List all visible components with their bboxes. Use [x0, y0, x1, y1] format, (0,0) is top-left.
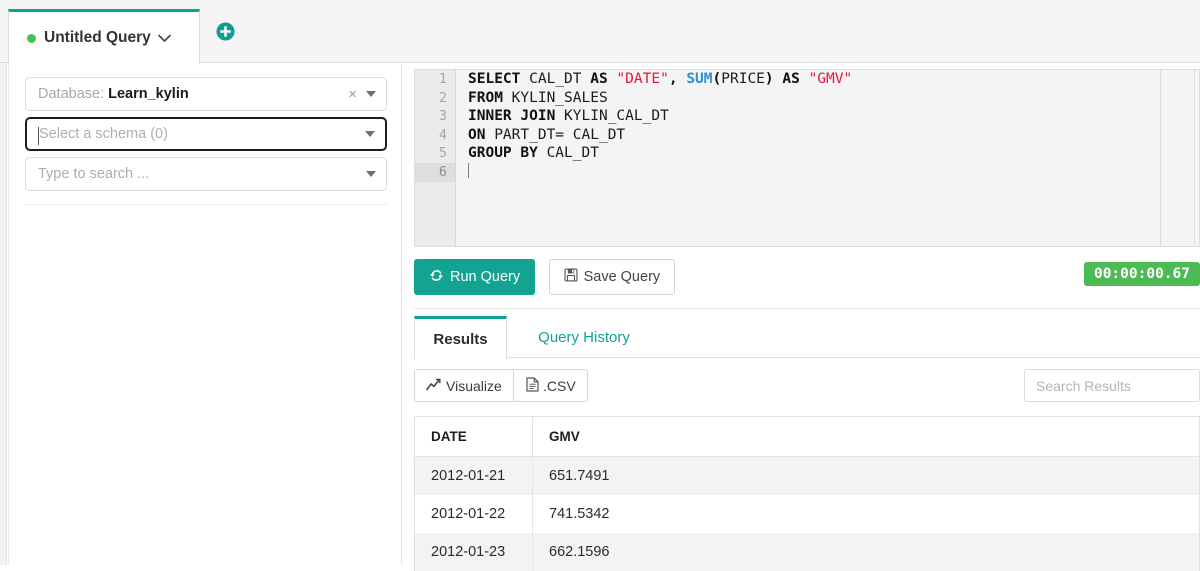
editor-code-line: ON PART_DT= CAL_DT — [468, 126, 1199, 145]
csv-label: .CSV — [543, 378, 576, 394]
schema-select-placeholder: Select a schema (0) — [39, 126, 168, 142]
sidebar-divider — [25, 204, 387, 205]
save-query-label: Save Query — [584, 269, 661, 285]
query-source-sidebar: Database: Learn_kylin × Select a schema … — [8, 64, 402, 565]
table-select-placeholder: Type to search ... — [38, 166, 149, 182]
tab-results-label: Results — [433, 331, 487, 348]
editor-line-number: 5 — [415, 144, 455, 163]
left-edge-strip — [0, 63, 7, 565]
tab-results[interactable]: Results — [414, 316, 507, 359]
sql-editor[interactable]: 123456 SELECT CAL_DT AS "DATE", SUM(PRIC… — [414, 69, 1200, 247]
editor-text-cursor — [468, 163, 469, 178]
run-query-label: Run Query — [450, 269, 520, 285]
editor-code-line: FROM KYLIN_SALES — [468, 89, 1199, 108]
table-row[interactable]: 2012-01-21651.7491 — [415, 457, 1200, 496]
caret-down-icon[interactable] — [366, 171, 376, 177]
editor-code-line: INNER JOIN KYLIN_CAL_DT — [468, 107, 1199, 126]
table-cell: 2012-01-22 — [415, 495, 533, 533]
table-header-row: DATE GMV — [415, 417, 1200, 457]
table-row[interactable]: 2012-01-23662.1596 — [415, 533, 1200, 571]
results-table-head: DATE GMV — [415, 417, 1200, 457]
query-timer-badge: 00:00:00.67 — [1084, 262, 1200, 286]
line-chart-icon — [426, 378, 441, 394]
table-cell: 662.1596 — [533, 533, 1200, 571]
caret-down-icon[interactable] — [365, 131, 375, 137]
editor-line-number: 1 — [415, 70, 455, 89]
editor-print-margin — [1160, 70, 1161, 246]
clear-icon[interactable]: × — [348, 86, 357, 103]
results-tab-bar: Results Query History — [414, 308, 1200, 358]
database-select-value: Learn_kylin — [108, 86, 189, 102]
editor-line-number: 6 — [415, 163, 455, 182]
results-toolbar: Visualize .CSV — [414, 369, 1200, 405]
editor-line-number: 3 — [415, 107, 455, 126]
editor-code-line: SELECT CAL_DT AS "DATE", SUM(PRICE) AS "… — [468, 70, 1199, 89]
editor-code-area[interactable]: SELECT CAL_DT AS "DATE", SUM(PRICE) AS "… — [457, 70, 1199, 246]
table-cell: 2012-01-23 — [415, 533, 533, 571]
chevron-down-icon[interactable] — [158, 34, 171, 43]
query-action-row: Run Query Save Query 00:00:00.67 — [414, 259, 1200, 297]
results-table-body: 2012-01-21651.74912012-01-22741.53422012… — [415, 457, 1200, 571]
new-tab-button[interactable] — [216, 22, 235, 41]
tab-strip: Untitled Query — [0, 0, 1200, 63]
table-search-select[interactable]: Type to search ... — [25, 157, 387, 191]
query-workspace: 123456 SELECT CAL_DT AS "DATE", SUM(PRIC… — [402, 64, 1200, 565]
table-cell: 741.5342 — [533, 495, 1200, 533]
visualize-label: Visualize — [446, 378, 502, 394]
editor-gutter: 123456 — [415, 70, 456, 246]
save-query-button[interactable]: Save Query — [549, 259, 676, 295]
tab-query-history-label: Query History — [538, 329, 630, 346]
search-results-input[interactable] — [1024, 369, 1200, 402]
table-cell: 2012-01-21 — [415, 457, 533, 496]
tab-untitled-query[interactable]: Untitled Query — [8, 9, 200, 64]
database-select[interactable]: Database: Learn_kylin × — [25, 77, 387, 111]
schema-select[interactable]: Select a schema (0) — [25, 117, 387, 151]
table-cell: 651.7491 — [533, 457, 1200, 496]
editor-code-line — [468, 163, 1199, 182]
tab-label: Untitled Query — [44, 29, 151, 47]
visualize-button[interactable]: Visualize — [414, 369, 514, 402]
run-query-button[interactable]: Run Query — [414, 259, 535, 295]
refresh-icon — [429, 268, 444, 287]
floppy-disk-icon — [564, 268, 578, 286]
editor-line-number: 4 — [415, 126, 455, 145]
editor-line-number: 2 — [415, 89, 455, 108]
editor-code-line: GROUP BY CAL_DT — [468, 144, 1199, 163]
table-row[interactable]: 2012-01-22741.5342 — [415, 495, 1200, 533]
csv-download-button[interactable]: .CSV — [515, 369, 588, 402]
caret-down-icon[interactable] — [366, 91, 376, 97]
database-select-prefix: Database: — [38, 86, 104, 102]
column-header-date[interactable]: DATE — [415, 417, 533, 457]
results-table: DATE GMV 2012-01-21651.74912012-01-22741… — [414, 416, 1200, 571]
tab-query-history[interactable]: Query History — [515, 316, 653, 359]
text-cursor — [38, 127, 39, 145]
column-header-gmv[interactable]: GMV — [533, 417, 1200, 457]
green-dot-icon — [27, 34, 36, 43]
editor-scrollbar[interactable] — [1194, 70, 1199, 246]
file-document-icon — [526, 377, 539, 395]
